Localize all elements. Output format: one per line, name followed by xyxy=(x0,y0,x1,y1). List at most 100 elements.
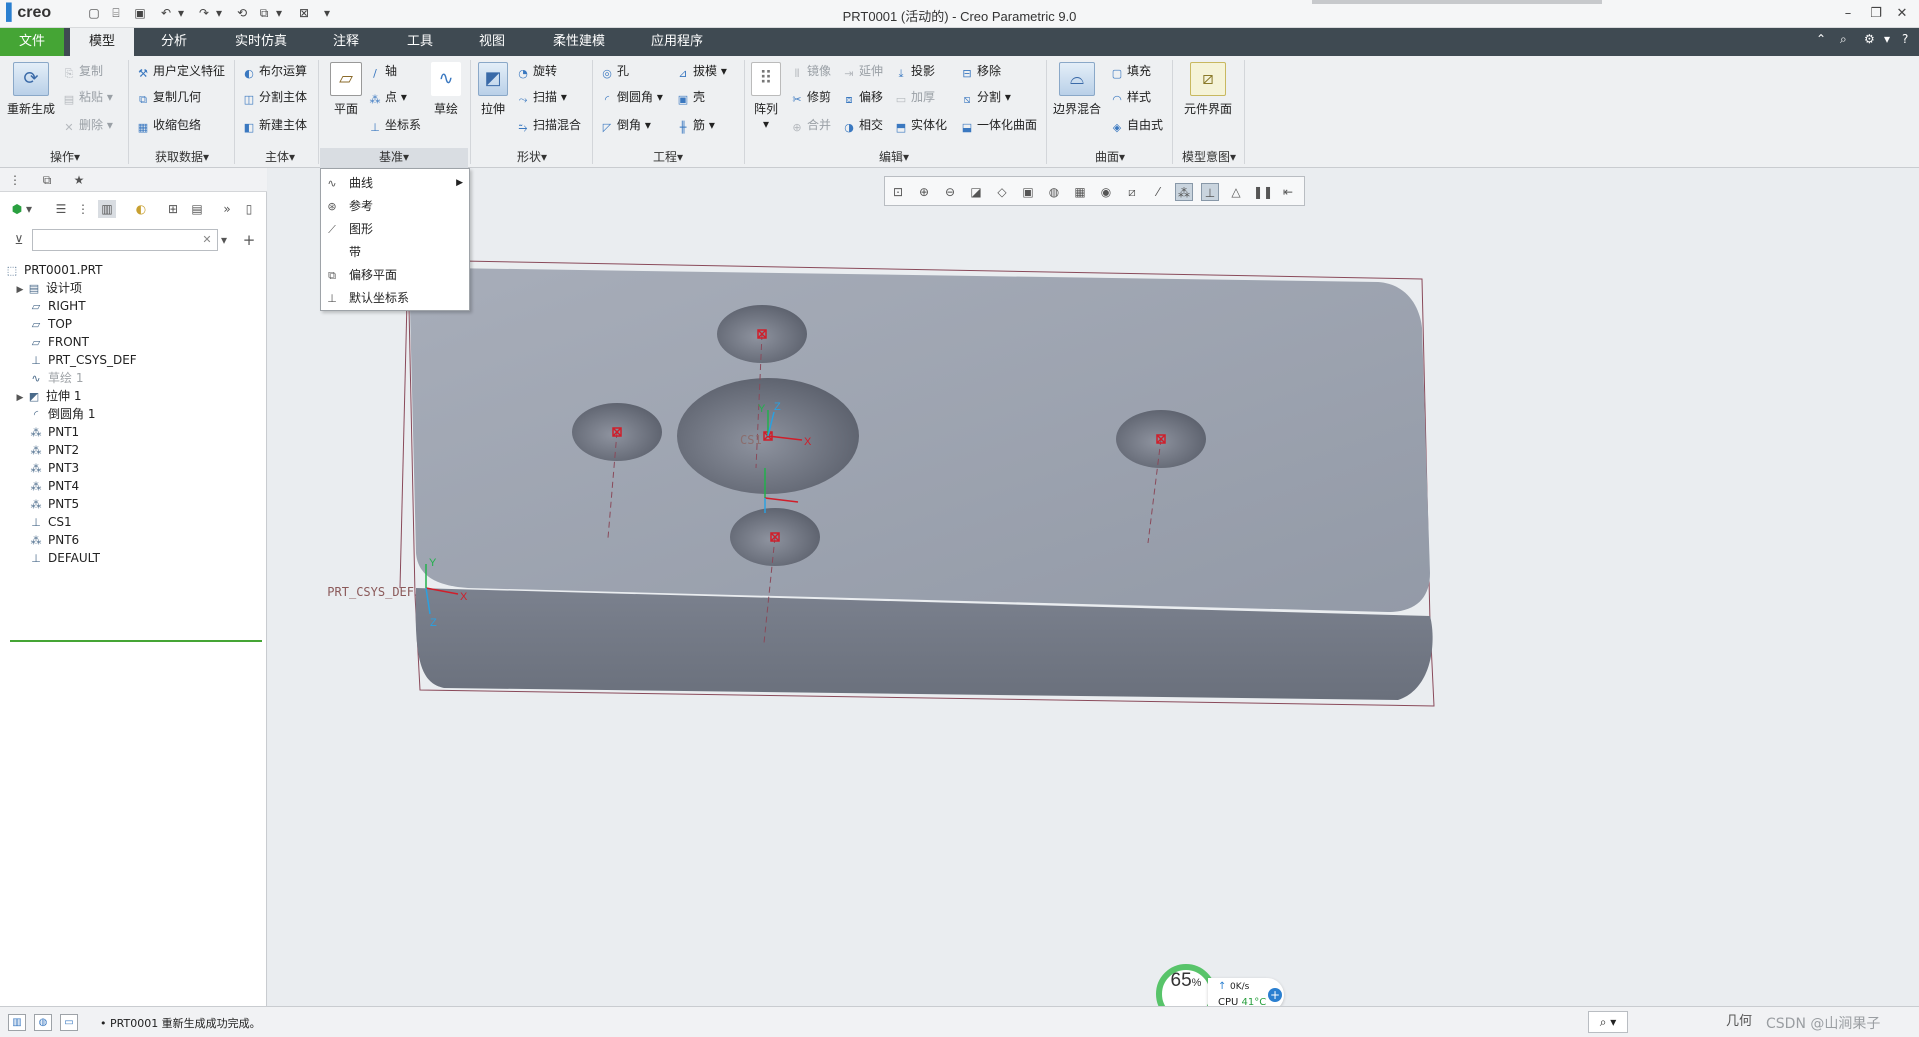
plane-button[interactable]: ▱ 平面 xyxy=(326,62,366,117)
model-dropdown-icon[interactable]: ▾ xyxy=(24,200,34,218)
axis-button[interactable]: / 轴 xyxy=(368,60,397,82)
tree-filter-input[interactable] xyxy=(32,229,218,251)
expand-icon[interactable]: ▶ xyxy=(14,280,26,300)
undo-icon[interactable]: ↶ xyxy=(158,6,174,21)
accelerate-icon[interactable]: + xyxy=(1268,988,1282,1002)
redo-icon[interactable]: ↷ xyxy=(196,6,212,21)
tree-item-part[interactable]: ⬚ PRT0001.PRT xyxy=(0,260,103,280)
delete-button[interactable]: ✕ 删除 ▾ xyxy=(62,114,112,136)
style-button[interactable]: ◠ 样式 xyxy=(1110,86,1151,108)
copy-geometry-button[interactable]: ⧉ 复制几何 xyxy=(136,86,201,108)
group-surfaces[interactable]: 曲面▾ xyxy=(1078,148,1142,165)
tab-annotate[interactable]: 注释 xyxy=(314,28,378,56)
paste-button[interactable]: ▤ 粘贴 ▾ xyxy=(62,86,113,108)
merge-button[interactable]: ⊕ 合并 xyxy=(790,114,831,136)
group-shapes[interactable]: 形状▾ xyxy=(500,148,564,165)
toggle-navigator-icon[interactable]: ▥ xyxy=(8,1014,26,1031)
tree-layers-icon[interactable]: ⋮ xyxy=(74,200,92,218)
favorites-tab-icon[interactable]: ★ xyxy=(70,171,88,189)
tree-list-icon[interactable]: ☰ xyxy=(52,200,70,218)
boundary-blend-button[interactable]: ⌓ 边界混合 xyxy=(1052,62,1102,117)
highlight-icon[interactable]: ◐ xyxy=(132,200,150,218)
selection-filter[interactable]: 几何 xyxy=(1726,1011,1766,1033)
unify-surface-button[interactable]: ⬓ 一体化曲面 xyxy=(960,114,1037,136)
tab-file[interactable]: 文件 xyxy=(0,28,64,56)
regenerate-icon[interactable]: ⟲ xyxy=(234,6,250,21)
search-icon[interactable]: ⌕ xyxy=(1840,32,1847,47)
more-icon[interactable]: » xyxy=(218,200,236,218)
close-window-icon[interactable]: ⊠ xyxy=(296,6,312,21)
tree-item-front[interactable]: ▱ FRONT xyxy=(28,332,89,352)
settings-icon[interactable]: ⚙ xyxy=(1864,32,1875,46)
tab-tools[interactable]: 工具 xyxy=(388,28,452,56)
tree-item-top[interactable]: ▱ TOP xyxy=(28,314,72,334)
tree-settings-icon[interactable]: ▤ xyxy=(188,200,206,218)
toggle-browser-icon[interactable]: ◍ xyxy=(34,1014,52,1031)
graphics-window[interactable]: ⊡ ⊕ ⊖ ◪ ◇ ▣ ◍ ▦ ◉ ⧄ ⁄ ⁂ ⊥ △ ❚❚ ⇤ X Y Z C… xyxy=(268,168,1919,1006)
component-interface-button[interactable]: ⧄ 元件界面 xyxy=(1180,62,1236,117)
tab-live-simulation[interactable]: 实时仿真 xyxy=(222,28,300,56)
model-viewport[interactable]: X Y Z CS1 X Y Z PRT_CSYS_DEF xyxy=(268,168,1919,1006)
point-button[interactable]: ⁂ 点 ▾ xyxy=(368,86,407,108)
quick-access-customize-icon[interactable]: ▾ xyxy=(322,6,332,21)
minimize-icon[interactable]: – xyxy=(1836,4,1860,24)
intersect-button[interactable]: ◑ 相交 xyxy=(842,114,883,136)
tree-item-right[interactable]: ▱ RIGHT xyxy=(28,296,86,316)
tree-item-pnt6[interactable]: ⁂ PNT6 xyxy=(28,530,80,550)
tree-item-pnt4[interactable]: ⁂ PNT4 xyxy=(28,476,80,496)
tab-model[interactable]: 模型 xyxy=(70,28,134,56)
open-folder-icon[interactable]: ⌸ xyxy=(108,6,124,21)
insert-here-marker[interactable] xyxy=(10,640,262,642)
tree-item-sketch-1[interactable]: ∿ 草绘 1 xyxy=(28,368,83,388)
windows-dropdown-icon[interactable]: ▾ xyxy=(274,6,284,21)
shrinkwrap-button[interactable]: ▦ 收缩包络 xyxy=(136,114,201,136)
revolve-button[interactable]: ◔ 旋转 xyxy=(516,60,557,82)
offset-button[interactable]: ⧈ 偏移 xyxy=(842,86,884,108)
menu-item-curve[interactable]: ∿ 曲线 ▶ xyxy=(321,172,469,194)
model-tree-tab-icon[interactable]: ⋮ xyxy=(6,171,24,189)
mirror-button[interactable]: ⫴ 镜像 xyxy=(790,60,831,82)
group-model-intent[interactable]: 模型意图▾ xyxy=(1176,148,1242,165)
chamfer-button[interactable]: ◸ 倒角 ▾ xyxy=(600,114,651,136)
project-button[interactable]: ⤓ 投影 xyxy=(894,60,935,82)
help-icon[interactable]: ? xyxy=(1902,32,1908,46)
windows-icon[interactable]: ⧉ xyxy=(256,6,272,21)
group-editing[interactable]: 编辑▾ xyxy=(862,148,926,165)
undo-dropdown-icon[interactable]: ▾ xyxy=(176,6,186,21)
full-screen-icon[interactable]: ▭ xyxy=(60,1014,78,1031)
sweep-button[interactable]: ⤳ 扫描 ▾ xyxy=(516,86,567,108)
collapse-ribbon-icon[interactable]: ⌃ xyxy=(1816,32,1826,46)
group-body[interactable]: 主体▾ xyxy=(250,148,310,165)
tree-columns-icon[interactable]: ▥ xyxy=(98,200,116,218)
new-file-icon[interactable]: ▢ xyxy=(86,6,102,21)
extend-button[interactable]: ⇥ 延伸 xyxy=(842,60,883,82)
find-binoculars-button[interactable]: ⌕ ▾ xyxy=(1588,1011,1628,1033)
menu-item-reference[interactable]: ⊛ 参考 xyxy=(321,195,469,217)
swept-blend-button[interactable]: ⥲ 扫描混合 xyxy=(516,114,581,136)
copy-button[interactable]: ⎘ 复制 xyxy=(62,60,103,82)
rib-button[interactable]: ╫ 筋 ▾ xyxy=(676,114,715,136)
round-button[interactable]: ◜ 倒圆角 ▾ xyxy=(600,86,663,108)
fill-button[interactable]: ▢ 填充 xyxy=(1110,60,1151,82)
draft-button[interactable]: ⊿ 拔模 ▾ xyxy=(676,60,726,82)
tree-item-pnt2[interactable]: ⁂ PNT2 xyxy=(28,440,80,460)
filter-dropdown-icon[interactable]: ▾ xyxy=(218,231,230,249)
sketch-button[interactable]: ∿ 草绘 xyxy=(428,62,464,117)
tree-item-pnt3[interactable]: ⁂ PNT3 xyxy=(28,458,80,478)
solidify-button[interactable]: ⬒ 实体化 xyxy=(894,114,947,136)
tab-flexible-modeling[interactable]: 柔性建模 xyxy=(540,28,618,56)
hole-button[interactable]: ◎ 孔 xyxy=(600,60,629,82)
trim-button[interactable]: ✂ 修剪 xyxy=(790,86,831,108)
tree-item-design-items[interactable]: ▶ ▤ 设计项 xyxy=(0,278,82,298)
pattern-button[interactable]: ⠿ 阵列 ▾ xyxy=(748,62,784,131)
add-filter-icon[interactable]: + xyxy=(240,231,258,249)
tree-item-default[interactable]: ⊥ DEFAULT xyxy=(28,548,100,568)
tree-item-pnt1[interactable]: ⁂ PNT1 xyxy=(28,422,80,442)
tab-applications[interactable]: 应用程序 xyxy=(638,28,716,56)
tree-item-round-1[interactable]: ◜ 倒圆角 1 xyxy=(28,404,96,424)
boolean-button[interactable]: ◐ 布尔运算 xyxy=(242,60,307,82)
tab-analysis[interactable]: 分析 xyxy=(142,28,206,56)
menu-item-default-csys[interactable]: ⊥ 默认坐标系 xyxy=(321,287,469,309)
folder-browser-tab-icon[interactable]: ⧉ xyxy=(38,171,56,189)
tree-item-extrude-1[interactable]: ▶ ◩ 拉伸 1 xyxy=(0,386,82,406)
